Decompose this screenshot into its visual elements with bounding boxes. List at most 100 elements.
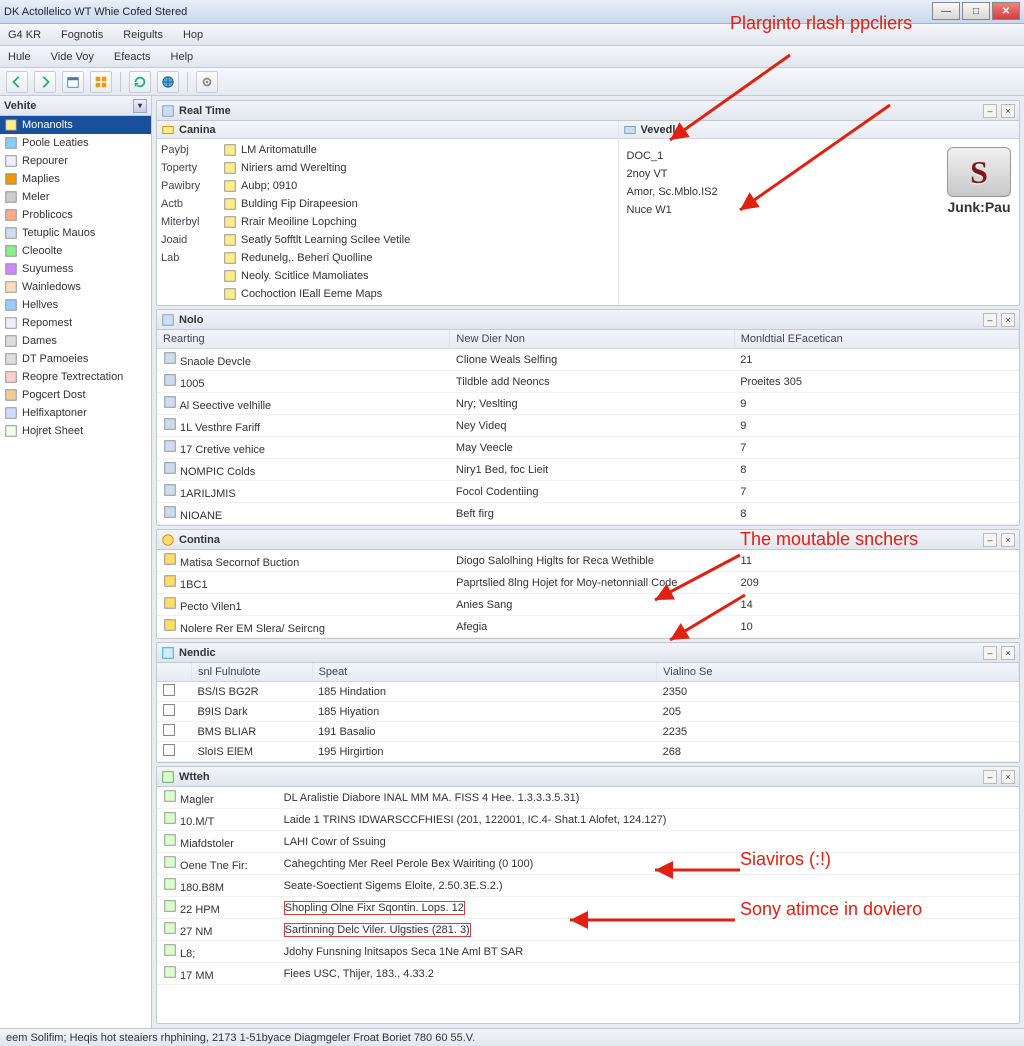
menu-item[interactable]: Vide Voy	[47, 49, 98, 65]
calendar-button[interactable]	[62, 71, 84, 93]
panel-close-icon[interactable]: ×	[1001, 104, 1015, 118]
table-row[interactable]: 180.B8MSeate-Soectient Sigems Eloite, 2.…	[157, 875, 1019, 897]
panel-minimize-icon[interactable]: –	[983, 646, 997, 660]
sidebar-item[interactable]: Monanolts	[0, 116, 151, 134]
config-button[interactable]	[196, 71, 218, 93]
refresh-button[interactable]	[129, 71, 151, 93]
menu-item[interactable]: Hule	[4, 49, 35, 65]
sidebar-item[interactable]: Dames	[0, 332, 151, 350]
table-row[interactable]: 10.M/TLaide 1 TRINS IDWARSCCFHIESI (201,…	[157, 809, 1019, 831]
sidebar-item[interactable]: Reopre Textrectation	[0, 368, 151, 386]
forward-button[interactable]	[34, 71, 56, 93]
sidebar-item-label: DT Pamoeies	[22, 353, 88, 365]
sidebar-item[interactable]: Suyumess	[0, 260, 151, 278]
checkbox[interactable]	[163, 684, 175, 696]
table-row[interactable]: BMS BLIAR191 Basalio2235	[157, 722, 1019, 742]
panel-close-icon[interactable]: ×	[1001, 770, 1015, 784]
table-row[interactable]: BS/IS BG2R185 Hindation2350	[157, 682, 1019, 702]
table-row[interactable]: MiafdstolerLAHI Cowr of Ssuing	[157, 831, 1019, 853]
table-row[interactable]: NOMPIC ColdsNiry1 Bed, foc Lieit8	[157, 459, 1019, 481]
sidebar-item[interactable]: Maplies	[0, 170, 151, 188]
sidebar-item[interactable]: Cleoolte	[0, 242, 151, 260]
sidebar-item[interactable]: Repomest	[0, 314, 151, 332]
panel-minimize-icon[interactable]: –	[983, 770, 997, 784]
table-row[interactable]: Matisa Secornof BuctionDiogo Salolhing H…	[157, 550, 1019, 572]
table-row[interactable]: Al Seective velhilleNry; Veslting9	[157, 393, 1019, 415]
table-row[interactable]: 17 Cretive vehiceMay Veecle7	[157, 437, 1019, 459]
panel-nendic: Nendic –× snl Fulnulote Speat Vialino Se…	[156, 642, 1020, 763]
cell: 27 NM	[177, 926, 212, 938]
sidebar-item[interactable]: Repourer	[0, 152, 151, 170]
col-header[interactable]: Speat	[312, 663, 657, 682]
panel-title: Nolo	[179, 314, 203, 326]
cell: DL Aralistie Diabore INAL MM MA. FISS 4 …	[278, 787, 1019, 809]
cell: 17 Cretive vehice	[177, 444, 265, 456]
cell: 185 Hindation	[312, 682, 657, 702]
checkbox[interactable]	[163, 724, 175, 736]
sidebar-item[interactable]: Hellves	[0, 296, 151, 314]
col-header[interactable]: snl Fulnulote	[191, 663, 312, 682]
sidebar-item[interactable]: Poole Leaties	[0, 134, 151, 152]
property-key: Joaid	[161, 234, 219, 246]
table-row[interactable]: Oene Tne Fir:Cahegchting Mer Reel Perole…	[157, 853, 1019, 875]
minimize-button[interactable]: —	[932, 2, 960, 20]
table-row[interactable]: NIOANEBeft firg8	[157, 503, 1019, 525]
table-row[interactable]: 1L Vesthre FariffNey Videq9	[157, 415, 1019, 437]
menu-item[interactable]: Reigults	[119, 27, 167, 43]
panel-minimize-icon[interactable]: –	[983, 313, 997, 327]
sidebar-item[interactable]: Meler	[0, 188, 151, 206]
table-row[interactable]: 17 MMFiees USC, Thijer, 183., 4.33.2	[157, 963, 1019, 985]
property-value: Neoly. Scitlice Mamoliates	[241, 270, 614, 282]
panel-minimize-icon[interactable]: –	[983, 104, 997, 118]
col-header[interactable]: Vialino Se	[657, 663, 1019, 682]
cell: 2350	[657, 682, 1019, 702]
checkbox[interactable]	[163, 744, 175, 756]
panel-minimize-icon[interactable]: –	[983, 533, 997, 547]
sidebar-item-label: Hojret Sheet	[22, 425, 83, 437]
panel-close-icon[interactable]: ×	[1001, 533, 1015, 547]
menu-item[interactable]: G4 KR	[4, 27, 45, 43]
menu-item[interactable]: Efeacts	[110, 49, 155, 65]
table-row[interactable]: 1BC1Paprtslied 8lng Hojet for Moy-netonn…	[157, 572, 1019, 594]
table-row[interactable]: SloIS ElEM195 Hirgirtion268	[157, 742, 1019, 762]
panel-realtime: Real Time –× Canina PaybjLM Aritomatulle…	[156, 100, 1020, 306]
table-row[interactable]: Pecto Vilen1Anies Sang14	[157, 594, 1019, 616]
sidebar-item[interactable]: Pogcert Dost	[0, 386, 151, 404]
sidebar-item-label: Maplies	[22, 173, 60, 185]
col-header[interactable]: New Dier Non	[450, 330, 734, 349]
globe-button[interactable]	[157, 71, 179, 93]
cell: 180.B8M	[177, 882, 224, 894]
close-button[interactable]: ✕	[992, 2, 1020, 20]
cell: Anies Sang	[450, 594, 734, 616]
table-row[interactable]: 22 HPMShopling Olne Fixr Sqontin. Lops. …	[157, 897, 1019, 919]
checkbox[interactable]	[163, 704, 175, 716]
table-row[interactable]: Snaole DevcleClione Weals Selfing21	[157, 349, 1019, 371]
sidebar-item[interactable]: Problicocs	[0, 206, 151, 224]
table-row[interactable]: 1ARILJMISFocol Codentiing7	[157, 481, 1019, 503]
table-row[interactable]: 27 NMSartinning Delc Viler. Ulgsties (28…	[157, 919, 1019, 941]
table-row[interactable]: Nolere Rer EM Slera/ SeircngAfegia10	[157, 616, 1019, 638]
sidebar-item[interactable]: Wainledows	[0, 278, 151, 296]
grid-button[interactable]	[90, 71, 112, 93]
menu-item[interactable]: Fognotis	[57, 27, 107, 43]
menu-item[interactable]: Help	[167, 49, 198, 65]
sidebar-dropdown[interactable]: ▾	[133, 99, 147, 113]
panel-close-icon[interactable]: ×	[1001, 646, 1015, 660]
panel-close-icon[interactable]: ×	[1001, 313, 1015, 327]
table-row[interactable]: MaglerDL Aralistie Diabore INAL MM MA. F…	[157, 787, 1019, 809]
table-row[interactable]: 1005Tildble add NeoncsProeites 305	[157, 371, 1019, 393]
col-header[interactable]: Monldtial EFacetican	[734, 330, 1018, 349]
sidebar-item[interactable]: DT Pamoeies	[0, 350, 151, 368]
cell: 268	[657, 742, 1019, 762]
col-header[interactable]: Rearting	[157, 330, 450, 349]
table-row[interactable]: L8;Jdohy Funsning lnitsapos Seca 1Ne Aml…	[157, 941, 1019, 963]
window-title: DK Actollelico WT Whie Cofed Stered	[4, 6, 187, 18]
cell: Ney Videq	[450, 415, 734, 437]
table-row[interactable]: B9IS Dark185 Hiyation205	[157, 702, 1019, 722]
back-button[interactable]	[6, 71, 28, 93]
sidebar-item[interactable]: Tetuplic Mauos	[0, 224, 151, 242]
maximize-button[interactable]: □	[962, 2, 990, 20]
sidebar-item[interactable]: Hojret Sheet	[0, 422, 151, 440]
sidebar-item[interactable]: Helfixaptoner	[0, 404, 151, 422]
menu-item[interactable]: Hop	[179, 27, 207, 43]
